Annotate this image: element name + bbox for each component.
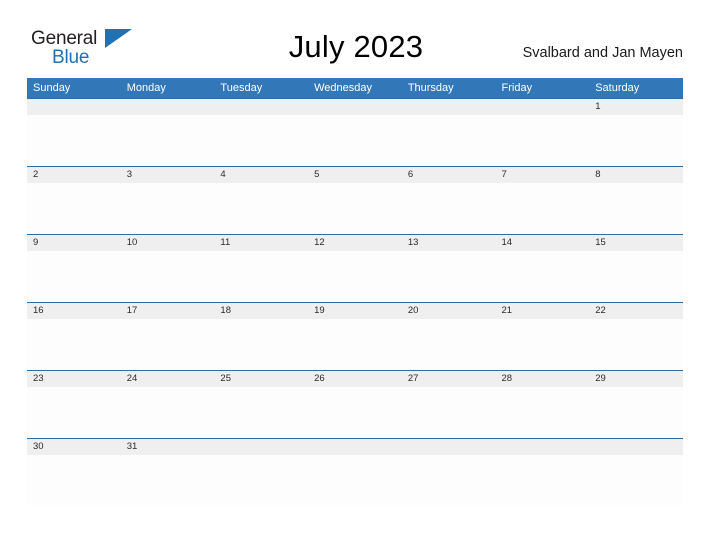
weekday-header-thursday: Thursday (407, 82, 454, 94)
day-cell[interactable]: 17 (121, 303, 215, 319)
day-cell[interactable]: 28 (496, 371, 590, 387)
day-cell[interactable] (214, 439, 308, 455)
day-cell[interactable]: 16 (27, 303, 121, 319)
day-cell[interactable] (402, 439, 496, 455)
day-cell[interactable] (27, 99, 121, 115)
day-cell[interactable] (308, 99, 402, 115)
calendar-week-row: 23 24 25 26 27 28 29 (27, 370, 683, 438)
calendar-page: General Blue July 2023 Svalbard and Jan … (0, 0, 712, 550)
day-cell[interactable] (496, 439, 590, 455)
day-cell[interactable]: 29 (589, 371, 683, 387)
day-content-area[interactable] (27, 251, 683, 301)
day-content-area[interactable] (27, 183, 683, 233)
day-content-area[interactable] (27, 455, 683, 505)
day-cell[interactable]: 31 (121, 439, 215, 455)
day-cell[interactable]: 9 (27, 235, 121, 251)
day-cell[interactable]: 12 (308, 235, 402, 251)
day-cell[interactable]: 4 (214, 167, 308, 183)
calendar-week-row: 9 10 11 12 13 14 15 (27, 234, 683, 302)
day-cell[interactable]: 22 (589, 303, 683, 319)
day-content-area[interactable] (27, 387, 683, 437)
day-cell[interactable]: 8 (589, 167, 683, 183)
day-cell[interactable]: 27 (402, 371, 496, 387)
calendar-week-row: 1 (27, 98, 683, 166)
calendar-week-row: 16 17 18 19 20 21 22 (27, 302, 683, 370)
day-number-band: 30 31 (27, 439, 683, 455)
day-content-area[interactable] (27, 319, 683, 369)
day-cell[interactable] (214, 99, 308, 115)
weekday-header-wednesday: Wednesday (314, 82, 372, 94)
calendar-grid: Sunday Monday Tuesday Wednesday Thursday… (27, 78, 683, 506)
day-cell[interactable]: 30 (27, 439, 121, 455)
day-cell[interactable]: 1 (589, 99, 683, 115)
day-number-band: 9 10 11 12 13 14 15 (27, 235, 683, 251)
weekday-header-row: Sunday Monday Tuesday Wednesday Thursday… (27, 78, 683, 98)
weekday-header-tuesday: Tuesday (220, 82, 263, 94)
weekday-header-sunday: Sunday (33, 82, 71, 94)
day-number-band: 23 24 25 26 27 28 29 (27, 371, 683, 387)
calendar-week-row: 30 31 (27, 438, 683, 506)
day-cell[interactable] (121, 99, 215, 115)
day-cell[interactable]: 2 (27, 167, 121, 183)
day-cell[interactable]: 18 (214, 303, 308, 319)
day-cell[interactable]: 6 (402, 167, 496, 183)
day-cell[interactable]: 15 (589, 235, 683, 251)
day-number-band: 1 (27, 99, 683, 115)
day-cell[interactable]: 19 (308, 303, 402, 319)
day-cell[interactable]: 3 (121, 167, 215, 183)
weekday-header-saturday: Saturday (595, 82, 640, 94)
day-cell[interactable]: 7 (496, 167, 590, 183)
day-cell[interactable]: 25 (214, 371, 308, 387)
region-label: Svalbard and Jan Mayen (522, 45, 683, 61)
day-cell[interactable]: 20 (402, 303, 496, 319)
calendar-week-row: 2 3 4 5 6 7 8 (27, 166, 683, 234)
day-cell[interactable]: 11 (214, 235, 308, 251)
day-cell[interactable]: 24 (121, 371, 215, 387)
day-cell[interactable] (589, 439, 683, 455)
day-number-band: 2 3 4 5 6 7 8 (27, 167, 683, 183)
weekday-header-friday: Friday (501, 82, 533, 94)
day-cell[interactable]: 21 (496, 303, 590, 319)
day-content-area[interactable] (27, 115, 683, 165)
day-cell[interactable] (308, 439, 402, 455)
weekday-header-monday: Monday (126, 82, 166, 94)
day-cell[interactable]: 13 (402, 235, 496, 251)
day-cell[interactable] (402, 99, 496, 115)
day-cell[interactable]: 14 (496, 235, 590, 251)
day-cell[interactable]: 5 (308, 167, 402, 183)
day-number-band: 16 17 18 19 20 21 22 (27, 303, 683, 319)
day-cell[interactable]: 23 (27, 371, 121, 387)
day-cell[interactable] (496, 99, 590, 115)
day-cell[interactable]: 10 (121, 235, 215, 251)
day-cell[interactable]: 26 (308, 371, 402, 387)
page-header: General Blue July 2023 Svalbard and Jan … (0, 0, 712, 76)
